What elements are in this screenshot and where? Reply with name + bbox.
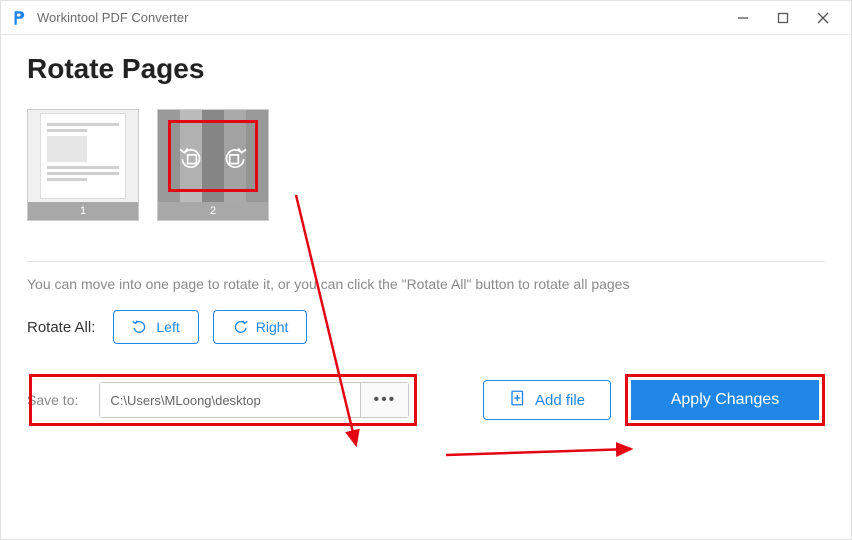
page-thumb-1-body — [28, 110, 138, 202]
bottom-action-row: Save to: Save to: ••• Add file Apply Cha… — [27, 374, 825, 426]
page-thumb-2-body — [158, 110, 268, 202]
browse-button[interactable]: ••• — [360, 383, 408, 417]
document-preview-icon — [40, 113, 126, 199]
apply-changes-label: Apply Changes — [671, 391, 780, 409]
close-button[interactable] — [803, 1, 843, 35]
rotate-all-left-button[interactable]: Left — [113, 310, 198, 344]
rotate-right-icon — [232, 318, 248, 337]
page-thumb-2-label: 2 — [158, 202, 268, 220]
rotate-all-left-label: Left — [156, 319, 179, 335]
page-title: Rotate Pages — [27, 53, 825, 85]
page-thumb-1[interactable]: 1 — [27, 109, 139, 221]
maximize-button[interactable] — [763, 1, 803, 35]
app-title: Workintool PDF Converter — [37, 10, 188, 25]
rotate-all-label: Rotate All: — [27, 319, 95, 336]
add-file-icon — [509, 389, 527, 411]
rotate-left-icon — [132, 318, 148, 337]
minimize-button[interactable] — [723, 1, 763, 35]
page-thumb-1-label: 1 — [28, 202, 138, 220]
rotate-left-button[interactable] — [177, 141, 207, 171]
save-path-highlight: Save to: ••• — [29, 374, 417, 426]
titlebar: Workintool PDF Converter — [1, 1, 851, 35]
rotate-all-row: Rotate All: Left Right — [27, 310, 825, 344]
apply-highlight: Apply Changes — [625, 374, 825, 426]
app-logo-icon — [9, 8, 29, 28]
save-path-input[interactable] — [100, 383, 360, 417]
annotation-arrow-2 — [441, 435, 651, 480]
rotate-hint-text: You can move into one page to rotate it,… — [27, 276, 825, 292]
apply-changes-button[interactable]: Apply Changes — [631, 380, 819, 420]
rotate-right-button[interactable] — [219, 141, 249, 171]
separator — [27, 261, 825, 262]
rotate-all-right-button[interactable]: Right — [213, 310, 308, 344]
rotate-overlay-highlight — [168, 120, 258, 192]
add-file-label: Add file — [535, 392, 585, 409]
page-thumbnails: 1 2 — [27, 109, 825, 221]
rotate-all-right-label: Right — [256, 319, 289, 335]
save-path-group: ••• — [99, 382, 409, 418]
page-thumb-2[interactable]: 2 — [157, 109, 269, 221]
add-file-button[interactable]: Add file — [483, 380, 611, 420]
